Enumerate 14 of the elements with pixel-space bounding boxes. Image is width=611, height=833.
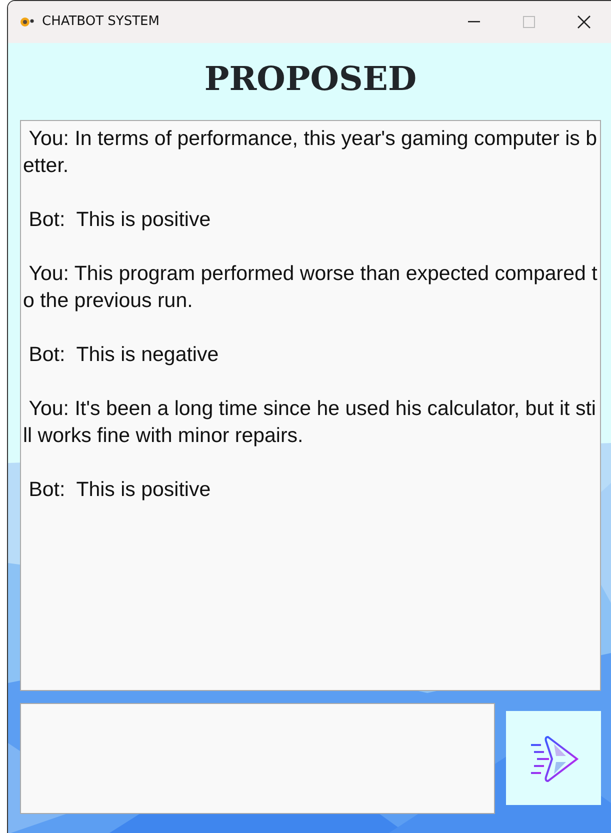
maximize-icon <box>522 16 534 28</box>
window-title: CHATBOT SYSTEM <box>42 13 160 32</box>
chat-message: You: It's been a long time since he used his calculator, but it still works fine with minor repairs. <box>23 396 597 449</box>
heading: PROPOSED <box>203 58 418 100</box>
chat-message: You: In terms of performance, this year's gaming computer is better. <box>23 126 598 179</box>
chat-message: You: This program performed worse than expected compared to the previous run. <box>23 261 598 314</box>
message-input[interactable] <box>20 703 495 814</box>
close-icon <box>576 15 590 29</box>
chat-message: Bot: This is negative <box>28 342 220 368</box>
app-icon <box>20 17 34 27</box>
send-button[interactable] <box>506 711 601 805</box>
chat-message: Bot: This is positive <box>28 477 212 503</box>
chat-message: Bot: This is positive <box>28 207 212 233</box>
minimize-icon <box>468 21 480 23</box>
